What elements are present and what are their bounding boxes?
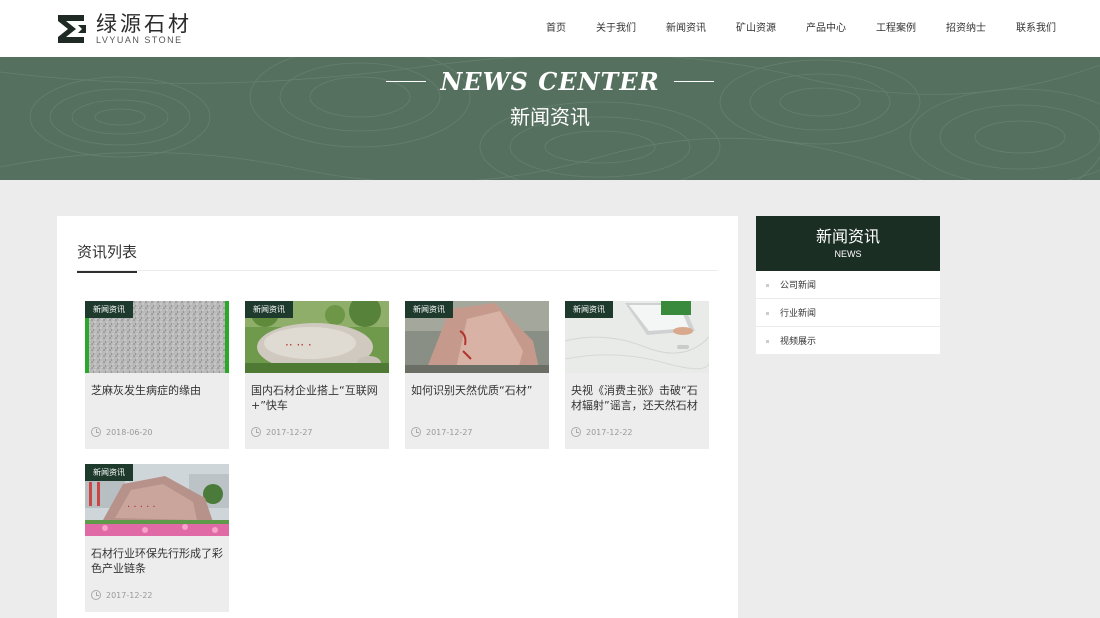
logo[interactable]: 绿源石材 LVYUAN STONE <box>56 12 192 46</box>
banner-line-left <box>386 81 427 82</box>
page-banner: NEWS CENTER 新闻资讯 <box>0 57 1100 180</box>
nav-products[interactable]: 产品中心 <box>806 19 846 34</box>
news-card-title[interactable]: 国内石材企业搭上“互联网+”快车 <box>251 383 383 413</box>
news-card[interactable]: ·· ·· · 新闻资讯 国内石材企业搭上“互联网+”快车 2017-12-27 <box>245 301 389 449</box>
clock-icon <box>571 427 581 437</box>
main-nav: 首页 关于我们 新闻资讯 矿山资源 产品中心 工程案例 招资纳士 联系我们 <box>546 0 1056 52</box>
news-card-tag: 新闻资讯 <box>405 301 453 318</box>
news-card-title[interactable]: 央视《消费主张》击破“石材辐射”谣言，还天然石材 <box>571 383 703 413</box>
news-sidebar: 新闻资讯 NEWS 公司新闻 行业新闻 视频展示 <box>756 216 940 355</box>
news-card-title[interactable]: 石材行业环保先行形成了彩色产业链条 <box>91 546 223 576</box>
logo-mark-icon <box>56 13 88 45</box>
nav-recruit[interactable]: 招资纳士 <box>946 19 986 34</box>
nav-contact[interactable]: 联系我们 <box>1016 19 1056 34</box>
news-card-image[interactable]: 新闻资讯 <box>85 301 229 373</box>
sidebar-title-cn: 新闻资讯 <box>815 227 880 246</box>
news-card-tag: 新闻资讯 <box>85 464 133 481</box>
news-card-title[interactable]: 如何识别天然优质“石材” <box>411 383 543 413</box>
site-header: 绿源石材 LVYUAN STONE 首页 关于我们 新闻资讯 矿山资源 产品中心… <box>0 0 1100 57</box>
logo-name-cn: 绿源石材 <box>96 11 192 36</box>
clock-icon <box>91 427 101 437</box>
sidebar-item-industry-news[interactable]: 行业新闻 <box>756 299 940 327</box>
nav-about[interactable]: 关于我们 <box>596 19 636 34</box>
banner-title-en: NEWS CENTER <box>440 67 660 96</box>
news-card-title[interactable]: 芝麻灰发生病症的缘由 <box>91 383 223 413</box>
news-card-date: 2017-12-27 <box>266 427 313 437</box>
svg-text:· · · · ·: · · · · · <box>127 502 156 513</box>
svg-text:·· ·· ·: ·· ·· · <box>285 338 312 352</box>
nav-news[interactable]: 新闻资讯 <box>666 19 706 34</box>
news-card-image[interactable]: 新闻资讯 <box>565 301 709 373</box>
nav-home[interactable]: 首页 <box>546 19 566 34</box>
nav-mines[interactable]: 矿山资源 <box>736 19 776 34</box>
sidebar-category-list: 公司新闻 行业新闻 视频展示 <box>756 271 940 355</box>
news-card[interactable]: 新闻资讯 如何识别天然优质“石材” 2017-12-27 <box>405 301 549 449</box>
news-card[interactable]: 新闻资讯 央视《消费主张》击破“石材辐射”谣言，还天然石材 2017-12-22 <box>565 301 709 449</box>
news-card-image[interactable]: · · · · · 新闻资讯 <box>85 464 229 536</box>
news-card[interactable]: · · · · · 新闻资讯 石材行业环保先行形成了彩色产业链条 2017-12… <box>85 464 229 612</box>
sidebar-header: 新闻资讯 NEWS <box>756 216 940 271</box>
news-card-tag: 新闻资讯 <box>245 301 293 318</box>
clock-icon <box>411 427 421 437</box>
sidebar-title-en: NEWS <box>834 249 862 259</box>
sidebar-item-videos[interactable]: 视频展示 <box>756 327 940 355</box>
clock-icon <box>91 590 101 600</box>
sidebar-item-company-news[interactable]: 公司新闻 <box>756 271 940 299</box>
news-card-tag: 新闻资讯 <box>565 301 613 318</box>
section-divider <box>77 270 718 271</box>
section-title: 资讯列表 <box>77 241 138 273</box>
news-card-image[interactable]: 新闻资讯 <box>405 301 549 373</box>
banner-line-right <box>673 81 714 82</box>
banner-title-cn: 新闻资讯 <box>510 105 590 129</box>
news-list-panel: 资讯列表 新闻资讯 芝麻灰发生病症的缘由 2018-06-20 ·· ·· · … <box>57 216 738 618</box>
nav-cases[interactable]: 工程案例 <box>876 19 916 34</box>
news-card-tag: 新闻资讯 <box>85 301 133 318</box>
news-card-date: 2017-12-27 <box>426 427 473 437</box>
news-card-image[interactable]: ·· ·· · 新闻资讯 <box>245 301 389 373</box>
news-card[interactable]: 新闻资讯 芝麻灰发生病症的缘由 2018-06-20 <box>85 301 229 449</box>
logo-name-en: LVYUAN STONE <box>96 34 183 45</box>
news-card-date: 2017-12-22 <box>106 590 153 600</box>
news-card-date: 2017-12-22 <box>586 427 633 437</box>
news-card-date: 2018-06-20 <box>106 427 153 437</box>
clock-icon <box>251 427 261 437</box>
